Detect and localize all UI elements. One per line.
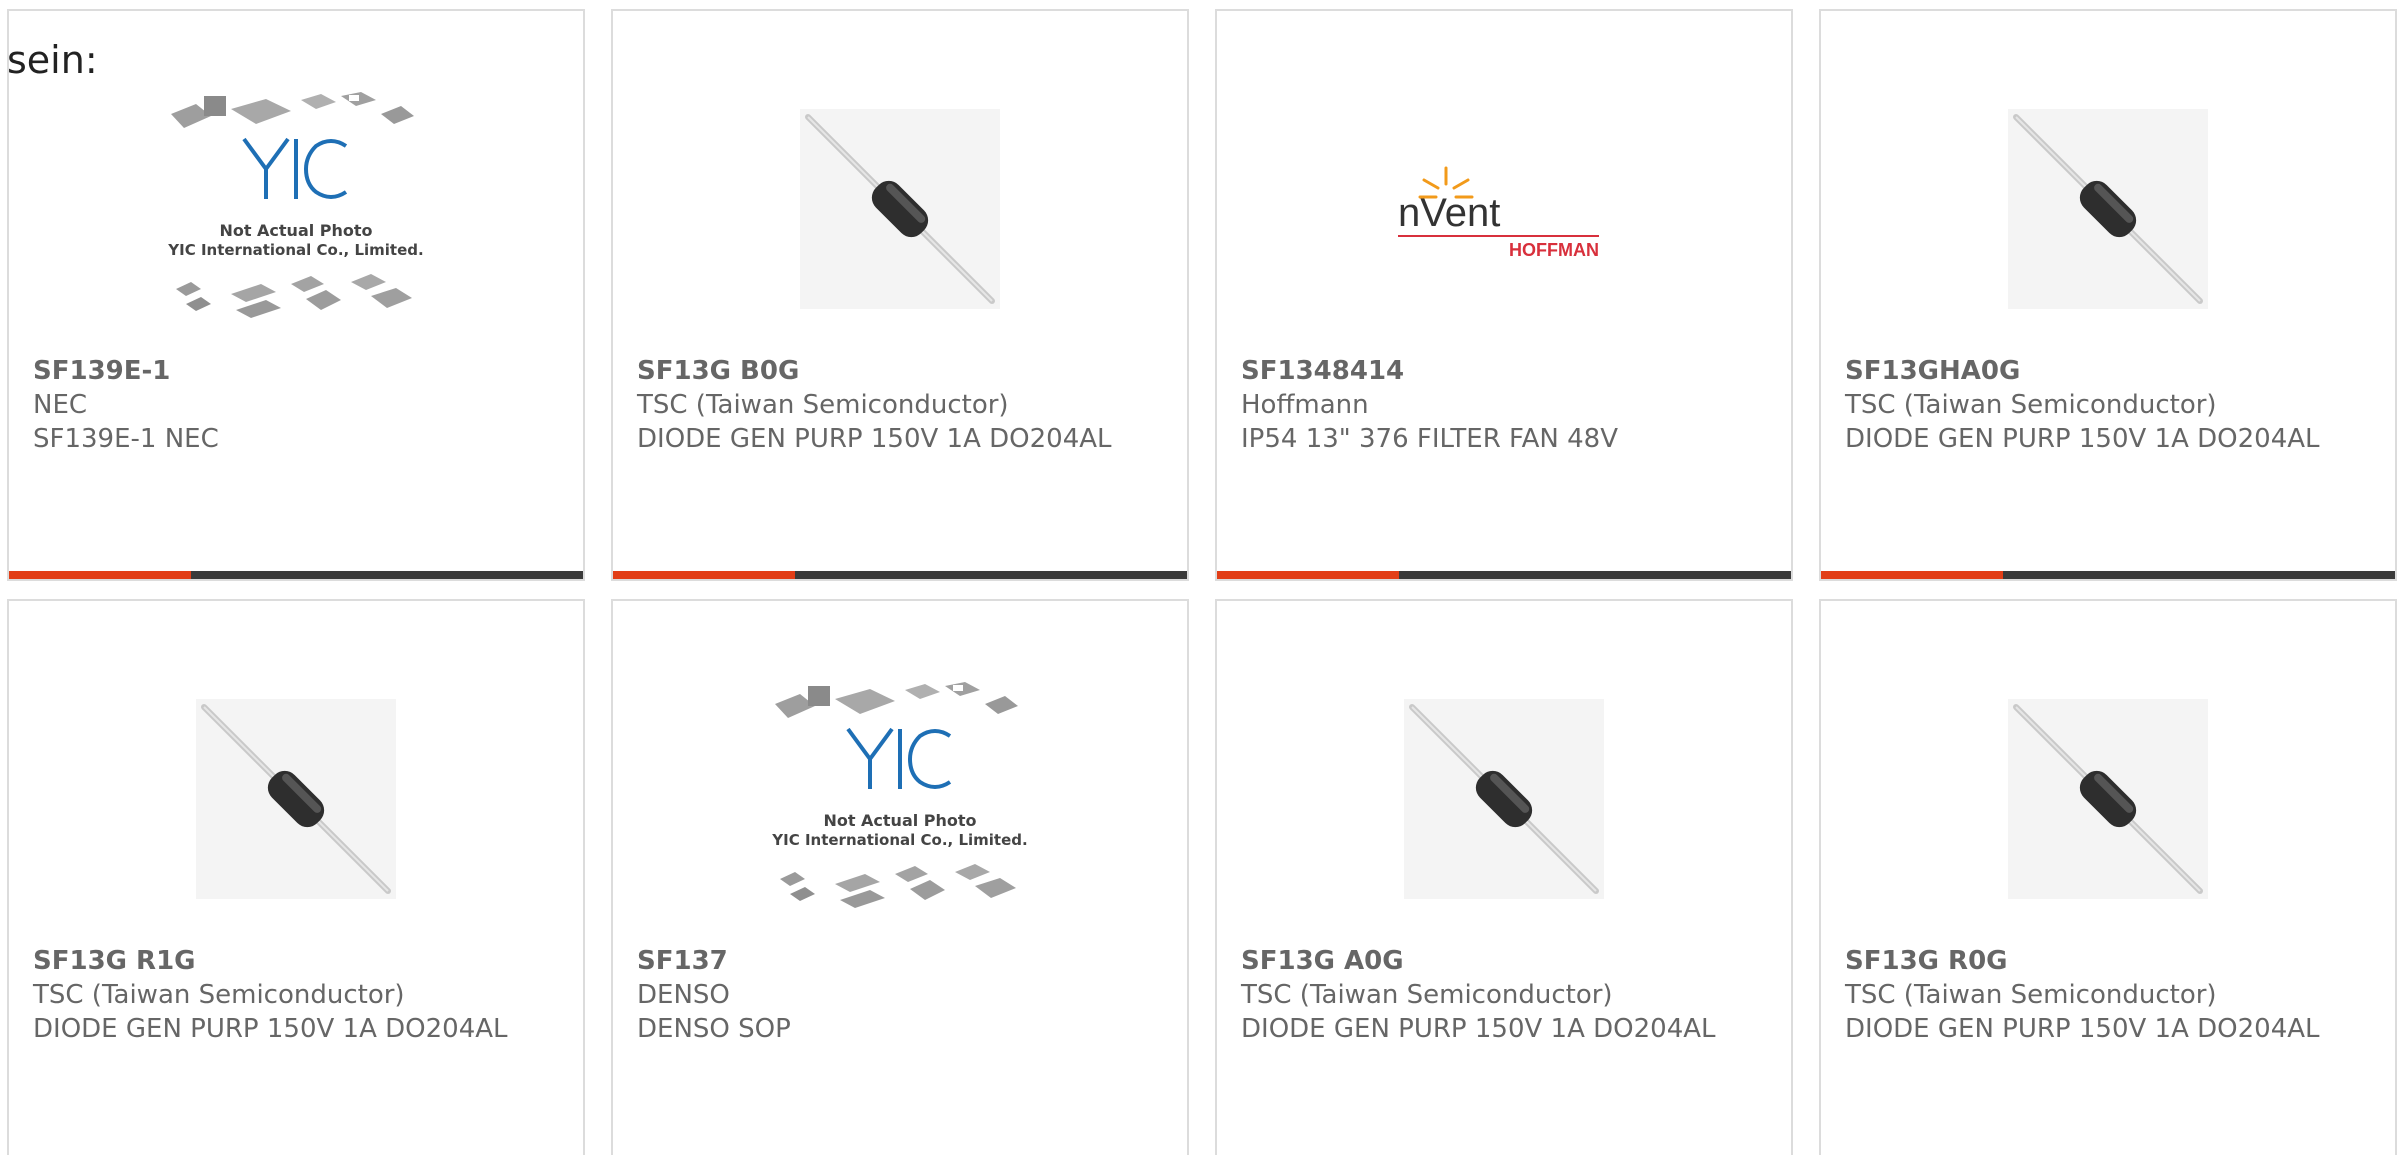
nvent-hoffman-logo: nVent HOFFMAN [1398,166,1599,260]
product-card-sf13g-r0g[interactable]: SF13G R0G TSC (Taiwan Semiconductor) DIO… [1819,599,2397,1155]
description: DIODE GEN PURP 150V 1A DO204AL [1241,1014,1716,1044]
part-number-link[interactable]: SF13G B0G [637,354,1167,388]
product-image-placeholder[interactable]: Not Actual Photo YIC International Co., … [9,69,583,349]
product-info: SF1348414 Hoffmann IP54 13" 376 FILTER F… [1241,354,1771,456]
manufacturer: TSC (Taiwan Semiconductor) [1845,390,2217,420]
product-card-sf13g-b0g[interactable]: SF13G B0G TSC (Taiwan Semiconductor) DIO… [611,9,1189,581]
logo-brand-text: nVent [1398,191,1500,235]
product-image-diode[interactable] [1821,659,2395,939]
product-grid-page: sein: Not Actual Photo YIC International… [0,0,2400,1155]
page-label: sein: [7,38,98,82]
part-number-link[interactable]: SF13G R0G [1845,944,2375,978]
card-accent-bar [9,571,191,579]
diode-image [196,699,396,899]
product-info: SF13G R0G TSC (Taiwan Semiconductor) DIO… [1845,944,2375,1046]
product-image-logo[interactable]: nVent HOFFMAN [1217,69,1791,349]
manufacturer: TSC (Taiwan Semiconductor) [1241,980,1613,1010]
manufacturer: TSC (Taiwan Semiconductor) [637,390,1009,420]
description: DENSO SOP [637,1014,791,1044]
diode-image [1404,699,1604,899]
description: DIODE GEN PURP 150V 1A DO204AL [637,424,1112,454]
photo-note-line-2: YIC International Co., Limited. [771,831,1027,849]
manufacturer: DENSO [637,980,730,1010]
diode-image [2008,109,2208,309]
product-card-sf137[interactable]: Not Actual Photo YIC International Co., … [611,599,1189,1155]
card-accent-bar [613,571,795,579]
part-number-link[interactable]: SF13G A0G [1241,944,1771,978]
photo-note-line-1: Not Actual Photo [823,811,976,830]
photo-note-line-2: YIC International Co., Limited. [167,241,423,259]
description: DIODE GEN PURP 150V 1A DO204AL [1845,1014,2320,1044]
yic-placeholder-image: Not Actual Photo YIC International Co., … [167,92,424,318]
product-info: SF137 DENSO DENSO SOP [637,944,1167,1046]
description: DIODE GEN PURP 150V 1A DO204AL [1845,424,2320,454]
diode-image [800,109,1000,309]
product-card-sf1348414[interactable]: nVent HOFFMAN SF1348414 Hoffmann IP54 13… [1215,9,1793,581]
product-card-sf13gha0g[interactable]: SF13GHA0G TSC (Taiwan Semiconductor) DIO… [1819,9,2397,581]
product-image-diode[interactable] [1821,69,2395,349]
manufacturer: TSC (Taiwan Semiconductor) [33,980,405,1010]
logo-sub-text: HOFFMAN [1509,240,1599,260]
card-bottom-bar [613,571,1187,579]
product-info: SF13G A0G TSC (Taiwan Semiconductor) DIO… [1241,944,1771,1046]
product-image-diode[interactable] [9,659,583,939]
product-image-placeholder[interactable]: Not Actual Photo YIC International Co., … [613,659,1187,939]
yic-placeholder-image: Not Actual Photo YIC International Co., … [771,682,1028,908]
photo-note-line-1: Not Actual Photo [219,221,372,240]
manufacturer: Hoffmann [1241,390,1369,420]
manufacturer: TSC (Taiwan Semiconductor) [1845,980,2217,1010]
part-number-link[interactable]: SF13G R1G [33,944,563,978]
diode-image [2008,699,2208,899]
part-number-link[interactable]: SF137 [637,944,1167,978]
part-number-link[interactable]: SF1348414 [1241,354,1771,388]
product-info: SF13GHA0G TSC (Taiwan Semiconductor) DIO… [1845,354,2375,456]
product-image-diode[interactable] [613,69,1187,349]
product-info: SF139E-1 NEC SF139E-1 NEC [33,354,563,456]
card-accent-bar [1217,571,1399,579]
card-accent-bar [1821,571,2003,579]
card-bottom-bar [9,571,583,579]
manufacturer: NEC [33,390,88,420]
product-card-sf139e-1[interactable]: Not Actual Photo YIC International Co., … [7,9,585,581]
description: DIODE GEN PURP 150V 1A DO204AL [33,1014,508,1044]
product-info: SF13G R1G TSC (Taiwan Semiconductor) DIO… [33,944,563,1046]
product-card-sf13g-r1g[interactable]: SF13G R1G TSC (Taiwan Semiconductor) DIO… [7,599,585,1155]
description: IP54 13" 376 FILTER FAN 48V [1241,424,1618,454]
card-bottom-bar [1217,571,1791,579]
product-card-sf13g-a0g[interactable]: SF13G A0G TSC (Taiwan Semiconductor) DIO… [1215,599,1793,1155]
product-info: SF13G B0G TSC (Taiwan Semiconductor) DIO… [637,354,1167,456]
description: SF139E-1 NEC [33,424,219,454]
part-number-link[interactable]: SF13GHA0G [1845,354,2375,388]
part-number-link[interactable]: SF139E-1 [33,354,563,388]
card-bottom-bar [1821,571,2395,579]
product-image-diode[interactable] [1217,659,1791,939]
